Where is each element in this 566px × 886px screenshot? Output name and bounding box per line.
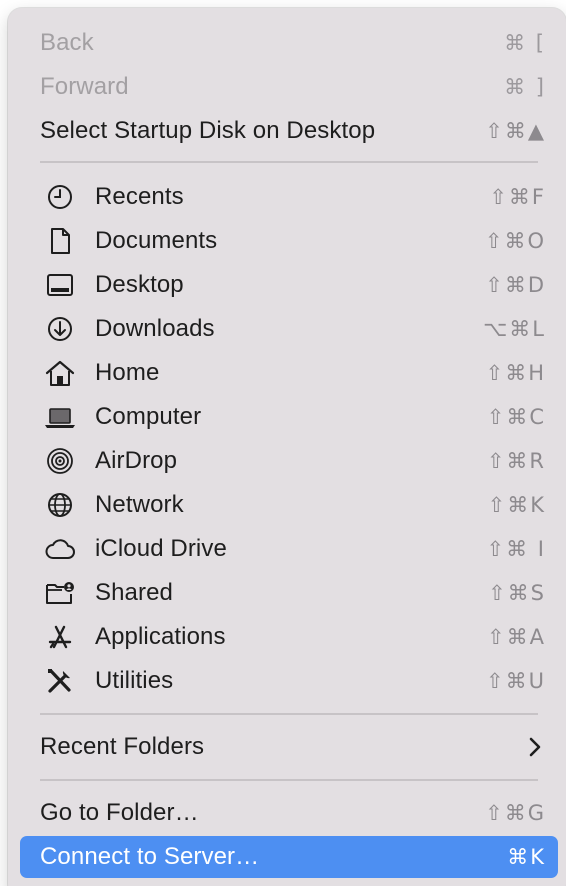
applications-icon bbox=[42, 619, 78, 655]
shared-folder-icon bbox=[42, 575, 78, 611]
menu-item-select-startup-disk[interactable]: Select Startup Disk on Desktop ⇧⌘▲ bbox=[20, 110, 558, 152]
menu-item-connect-to-server[interactable]: Connect to Server… ⌘K bbox=[20, 836, 558, 878]
cloud-icon bbox=[42, 531, 78, 567]
globe-icon bbox=[42, 487, 78, 523]
menu-item-label: Home bbox=[95, 359, 160, 386]
desktop-icon bbox=[42, 267, 78, 303]
menu-item-label: Go to Folder… bbox=[40, 799, 199, 826]
menu-item-label: Back bbox=[40, 29, 94, 56]
keyboard-shortcut: ⇧⌘▲ bbox=[485, 119, 546, 143]
clock-icon bbox=[42, 179, 78, 215]
menu-item-recent-folders[interactable]: Recent Folders bbox=[20, 726, 558, 768]
go-menu: Back ⌘ [ Forward ⌘ ] Select Startup Disk… bbox=[8, 8, 566, 886]
menu-item-utilities[interactable]: Utilities ⇧⌘U bbox=[20, 660, 558, 702]
menu-item-shared[interactable]: Shared ⇧⌘S bbox=[20, 572, 558, 614]
menu-item-label: Documents bbox=[95, 227, 218, 254]
keyboard-shortcut: ⌥⌘L bbox=[483, 317, 546, 341]
menu-item-label: Shared bbox=[95, 579, 173, 606]
menu-item-label: iCloud Drive bbox=[95, 535, 227, 562]
menu-item-desktop[interactable]: Desktop ⇧⌘D bbox=[20, 264, 558, 306]
keyboard-shortcut: ⇧⌘U bbox=[486, 669, 546, 693]
menu-item-back[interactable]: Back ⌘ [ bbox=[20, 22, 558, 64]
menu-item-label: Recent Folders bbox=[40, 733, 205, 760]
keyboard-shortcut: ⇧⌘H bbox=[485, 361, 546, 385]
keyboard-shortcut: ⇧⌘C bbox=[486, 405, 546, 429]
menu-item-label: Connect to Server… bbox=[40, 843, 260, 870]
document-icon bbox=[42, 223, 78, 259]
keyboard-shortcut: ⇧⌘S bbox=[488, 581, 546, 605]
menu-item-network[interactable]: Network ⇧⌘K bbox=[20, 484, 558, 526]
menu-item-forward[interactable]: Forward ⌘ ] bbox=[20, 66, 558, 108]
menu-item-downloads[interactable]: Downloads ⌥⌘L bbox=[20, 308, 558, 350]
menu-item-label: Select Startup Disk on Desktop bbox=[40, 117, 376, 144]
menu-item-label: Recents bbox=[95, 183, 184, 210]
menu-item-documents[interactable]: Documents ⇧⌘O bbox=[20, 220, 558, 262]
laptop-icon bbox=[42, 399, 78, 435]
keyboard-shortcut: ⇧⌘D bbox=[485, 273, 546, 297]
separator bbox=[40, 161, 538, 163]
menu-item-label: Downloads bbox=[95, 315, 215, 342]
menu-item-recents[interactable]: Recents ⇧⌘F bbox=[20, 176, 558, 218]
utilities-icon bbox=[42, 663, 78, 699]
chevron-right-icon bbox=[528, 736, 542, 758]
separator bbox=[40, 779, 538, 781]
menu-item-label: Network bbox=[95, 491, 184, 518]
menu-item-label: Forward bbox=[40, 73, 129, 100]
keyboard-shortcut: ⇧⌘F bbox=[489, 185, 546, 209]
keyboard-shortcut: ⇧⌘O bbox=[484, 229, 546, 253]
menu-item-computer[interactable]: Computer ⇧⌘C bbox=[20, 396, 558, 438]
home-icon bbox=[42, 355, 78, 391]
keyboard-shortcut: ⇧⌘ I bbox=[486, 537, 546, 561]
menu-item-home[interactable]: Home ⇧⌘H bbox=[20, 352, 558, 394]
airdrop-icon bbox=[42, 443, 78, 479]
keyboard-shortcut: ⇧⌘R bbox=[486, 449, 546, 473]
keyboard-shortcut: ⇧⌘K bbox=[487, 493, 546, 517]
keyboard-shortcut: ⌘ [ bbox=[504, 31, 546, 55]
menu-item-airdrop[interactable]: AirDrop ⇧⌘R bbox=[20, 440, 558, 482]
menu-item-label: Utilities bbox=[95, 667, 174, 694]
menu-item-label: Computer bbox=[95, 403, 202, 430]
menu-item-label: Applications bbox=[95, 623, 226, 650]
menu-item-icloud-drive[interactable]: iCloud Drive ⇧⌘ I bbox=[20, 528, 558, 570]
menu-item-go-to-folder[interactable]: Go to Folder… ⇧⌘G bbox=[20, 792, 558, 834]
keyboard-shortcut: ⇧⌘G bbox=[485, 801, 546, 825]
keyboard-shortcut: ⌘ ] bbox=[504, 75, 546, 99]
separator bbox=[40, 713, 538, 715]
download-icon bbox=[42, 311, 78, 347]
menu-item-applications[interactable]: Applications ⇧⌘A bbox=[20, 616, 558, 658]
menu-item-label: Desktop bbox=[95, 271, 184, 298]
keyboard-shortcut: ⇧⌘A bbox=[487, 625, 546, 649]
menu-item-label: AirDrop bbox=[95, 447, 178, 474]
keyboard-shortcut: ⌘K bbox=[507, 845, 546, 869]
